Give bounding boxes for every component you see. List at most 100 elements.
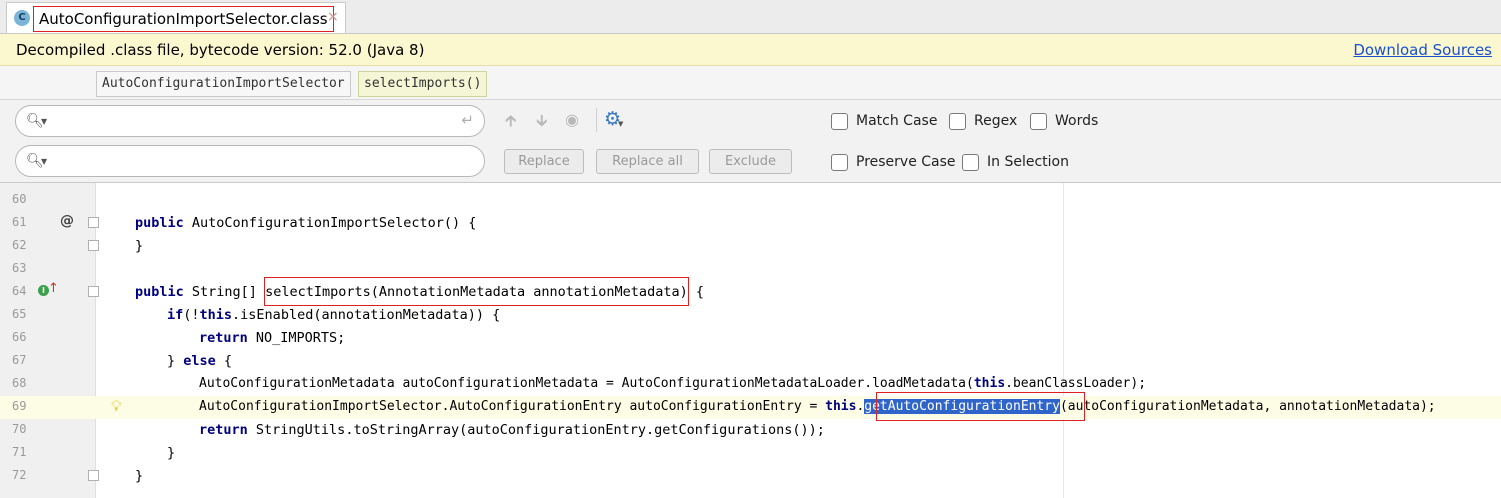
replace-button[interactable]: Replace bbox=[504, 149, 584, 174]
decompiled-notice-banner: Decompiled .class file, bytecode version… bbox=[0, 34, 1501, 66]
code-text: } bbox=[135, 238, 144, 254]
regex-label: Regex bbox=[974, 113, 1018, 129]
keyword: this bbox=[825, 399, 857, 414]
code-text: } bbox=[135, 468, 144, 484]
code-text: if(!this.isEnabled(annotationMetadata)) … bbox=[167, 307, 500, 323]
line-number: 64 bbox=[12, 284, 27, 298]
replace-history-caret-icon[interactable]: ▼ bbox=[41, 157, 47, 166]
search-input[interactable] bbox=[52, 110, 452, 132]
search-history-caret-icon[interactable]: ▼ bbox=[41, 117, 47, 126]
line-number: 62 bbox=[12, 238, 27, 252]
in-selection-checkbox[interactable]: In Selection bbox=[962, 152, 1069, 172]
arrow-up-icon[interactable]: ↑ bbox=[48, 281, 59, 296]
code-line[interactable]: 61 @ public AutoConfigurationImportSelec… bbox=[0, 212, 1501, 235]
toolbar-separator bbox=[596, 108, 597, 132]
file-tab-title[interactable]: AutoConfigurationImportSelector.class bbox=[33, 6, 334, 32]
breadcrumb-method[interactable]: selectImports() bbox=[358, 71, 488, 97]
file-tab[interactable]: C AutoConfigurationImportSelector.class … bbox=[6, 2, 346, 33]
download-sources-link[interactable]: Download Sources bbox=[1353, 41, 1492, 59]
fold-marker-icon[interactable] bbox=[88, 217, 99, 228]
breadcrumb: AutoConfigurationImportSelector selectIm… bbox=[0, 66, 1501, 100]
settings-caret-icon[interactable]: ▼ bbox=[618, 120, 623, 128]
code-line[interactable]: 72 } bbox=[0, 465, 1501, 488]
code-token: AutoConfigurationImportSelector.AutoConf… bbox=[199, 399, 826, 414]
line-number: 72 bbox=[12, 468, 27, 482]
code-token: { bbox=[215, 353, 233, 369]
fold-marker-icon[interactable] bbox=[88, 240, 99, 251]
checkbox-box[interactable] bbox=[962, 153, 979, 171]
code-line[interactable]: 66 return NO_IMPORTS; bbox=[0, 327, 1501, 350]
checkbox-box[interactable] bbox=[831, 153, 848, 171]
code-text: return NO_IMPORTS; bbox=[199, 330, 345, 346]
keyword: this bbox=[199, 307, 233, 323]
code-token: AutoConfigurationMetadata autoConfigurat… bbox=[199, 376, 974, 391]
line-number: 63 bbox=[12, 261, 27, 275]
code-token: { bbox=[687, 284, 704, 300]
in-selection-label: In Selection bbox=[987, 154, 1069, 170]
code-text: public String[] selectImports(Annotation… bbox=[135, 284, 704, 300]
breadcrumb-class[interactable]: AutoConfigurationImportSelector bbox=[96, 71, 351, 97]
code-line[interactable]: 60 bbox=[0, 189, 1501, 212]
code-line[interactable]: 64 I ↑ public String[] selectImports(Ann… bbox=[0, 281, 1501, 304]
replace-field[interactable]: 🔍︎ ▼ bbox=[15, 145, 485, 177]
code-token: NO_IMPORTS; bbox=[247, 330, 346, 346]
checkbox-box[interactable] bbox=[949, 112, 966, 130]
code-text: } bbox=[167, 445, 176, 461]
new-line-icon[interactable]: ↵ bbox=[461, 111, 474, 129]
line-number: 68 bbox=[12, 376, 27, 390]
exclude-button[interactable]: Exclude bbox=[709, 149, 792, 174]
code-token: AutoConfigurationImportSelector() { bbox=[183, 215, 477, 231]
code-token: String[] bbox=[183, 284, 266, 300]
code-line[interactable]: 67 } else { bbox=[0, 350, 1501, 373]
keyword: return bbox=[199, 330, 248, 346]
code-line-current[interactable]: 69 💡︎ AutoConfigurationImportSelector.Au… bbox=[0, 396, 1501, 419]
words-label: Words bbox=[1055, 113, 1099, 129]
next-occurrence-icon[interactable]: 🡳 bbox=[536, 110, 548, 137]
selected-text[interactable]: getAutoConfigurationEntry bbox=[864, 399, 1060, 414]
code-token: .isEnabled(annotationMetadata)) { bbox=[232, 307, 501, 323]
code-text: AutoConfigurationMetadata autoConfigurat… bbox=[199, 376, 1146, 391]
code-text: AutoConfigurationImportSelector.AutoConf… bbox=[199, 399, 1436, 414]
method-signature: selectImports(AnnotationMetadata annotat… bbox=[265, 284, 688, 300]
decompiled-notice-text: Decompiled .class file, bytecode version… bbox=[16, 41, 425, 59]
code-line[interactable]: 65 if(!this.isEnabled(annotationMetadata… bbox=[0, 304, 1501, 327]
match-case-label: Match Case bbox=[856, 113, 938, 129]
keyword: public bbox=[135, 284, 184, 300]
code-line[interactable]: 70 return StringUtils.toStringArray(auto… bbox=[0, 419, 1501, 442]
checkbox-box[interactable] bbox=[831, 112, 848, 130]
preserve-case-label: Preserve Case bbox=[856, 154, 956, 170]
code-line[interactable]: 68 AutoConfigurationMetadata autoConfigu… bbox=[0, 373, 1501, 396]
code-editor[interactable]: 60 61 @ public AutoConfigurationImportSe… bbox=[0, 183, 1501, 498]
preserve-case-checkbox[interactable]: Preserve Case bbox=[831, 152, 956, 172]
find-replace-panel: 🔍︎ ▼ ↵ 🔍︎ ▼ 🡱 🡳 ◉ ⚙ ▼ Replace Replace al… bbox=[0, 100, 1501, 183]
close-icon[interactable]: × bbox=[327, 9, 339, 25]
fold-marker-icon[interactable] bbox=[88, 470, 99, 481]
code-line[interactable]: 71 } bbox=[0, 442, 1501, 465]
code-token: .beanClassLoader); bbox=[1005, 376, 1147, 391]
code-text: } else { bbox=[167, 353, 232, 369]
replace-all-button[interactable]: Replace all bbox=[596, 149, 699, 174]
search-field[interactable]: 🔍︎ ▼ ↵ bbox=[15, 105, 485, 137]
keyword: this bbox=[973, 376, 1006, 391]
class-file-icon: C bbox=[14, 10, 30, 26]
regex-checkbox[interactable]: Regex bbox=[949, 111, 1017, 131]
annotation-marker-icon[interactable]: @ bbox=[60, 213, 74, 229]
replace-input[interactable] bbox=[52, 150, 452, 172]
keyword: else bbox=[183, 353, 216, 369]
line-number: 67 bbox=[12, 353, 27, 367]
previous-occurrence-icon[interactable]: 🡱 bbox=[505, 110, 517, 137]
line-number: 60 bbox=[12, 192, 27, 206]
code-text: return StringUtils.toStringArray(autoCon… bbox=[199, 422, 825, 438]
code-line[interactable]: 63 bbox=[0, 258, 1501, 281]
find-all-occurrences-icon[interactable]: ◉ bbox=[565, 110, 579, 129]
match-case-checkbox[interactable]: Match Case bbox=[831, 111, 937, 131]
code-token: (! bbox=[183, 307, 200, 323]
checkbox-box[interactable] bbox=[1030, 112, 1047, 130]
code-line[interactable]: 62 } bbox=[0, 235, 1501, 258]
lightbulb-icon[interactable]: 💡︎ bbox=[111, 397, 122, 415]
words-checkbox[interactable]: Words bbox=[1030, 111, 1098, 131]
line-number: 66 bbox=[12, 330, 27, 344]
keyword: public bbox=[135, 215, 184, 231]
line-number: 70 bbox=[12, 422, 27, 436]
fold-marker-icon[interactable] bbox=[88, 286, 99, 297]
